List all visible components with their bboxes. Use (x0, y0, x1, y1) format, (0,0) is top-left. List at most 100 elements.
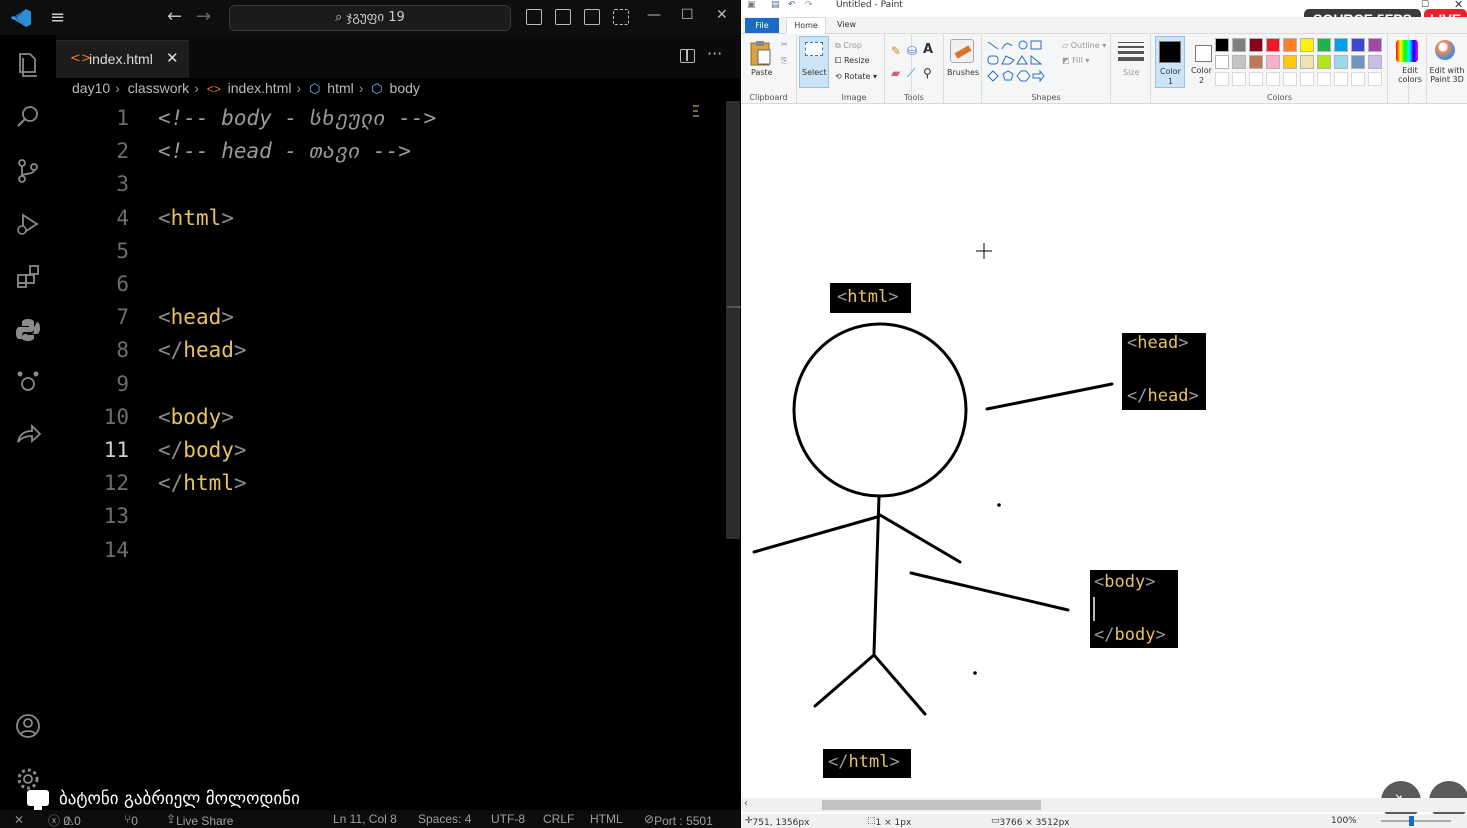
paint-canvas[interactable]: <html> <head> </head> <body> </body> </h… (741, 105, 1467, 798)
select-button[interactable]: Select (799, 36, 829, 88)
text-tool-icon[interactable]: A (923, 42, 933, 57)
run-debug-icon[interactable] (14, 210, 42, 238)
brushes-icon[interactable] (950, 39, 974, 63)
cursor-position[interactable]: Ln 11, Col 8 (333, 812, 397, 826)
palette-empty-slot[interactable] (1351, 72, 1365, 86)
scroll-left-icon[interactable]: ‹ (744, 798, 748, 809)
breadcrumb-folder-day10[interactable]: day10 (72, 80, 110, 96)
horizontal-scrollbar[interactable]: ‹ (741, 798, 1467, 812)
line-ending[interactable]: CRLF (543, 812, 574, 826)
eraser-icon[interactable]: ▰ (891, 66, 900, 80)
remote-explorer-icon[interactable] (14, 368, 42, 396)
more-actions-icon[interactable]: ··· (707, 44, 722, 63)
breadcrumb-file[interactable]: index.html (228, 80, 292, 96)
palette-swatch[interactable] (1368, 38, 1382, 52)
toggle-panel-icon[interactable] (555, 9, 571, 25)
palette-swatch[interactable] (1232, 55, 1246, 69)
palette-empty-slot[interactable] (1283, 72, 1297, 86)
palette-empty-slot[interactable] (1249, 72, 1263, 86)
palette-swatch[interactable] (1300, 55, 1314, 69)
live-server-port[interactable]: ⊘ Port : 5501 (644, 812, 713, 828)
rotate-button[interactable]: ⟲ Rotate ▾ (835, 72, 877, 81)
paste-icon[interactable] (750, 40, 772, 66)
pencil-icon[interactable]: ✎ (891, 44, 901, 58)
palette-swatch[interactable] (1334, 38, 1348, 52)
toggle-secondary-sidebar-icon[interactable] (584, 9, 600, 25)
color-picker-icon[interactable]: ⟋ (907, 66, 915, 81)
palette-empty-slot[interactable] (1317, 72, 1331, 86)
palette-swatch[interactable] (1215, 55, 1229, 69)
palette-swatch[interactable] (1249, 55, 1263, 69)
size-button[interactable]: Size (1123, 68, 1139, 77)
palette-empty-slot[interactable] (1368, 72, 1382, 86)
language-mode[interactable]: HTML (590, 812, 623, 826)
source-control-icon[interactable] (14, 157, 42, 185)
edit-colors-label[interactable]: Edit colors (1397, 66, 1423, 84)
shapes-gallery[interactable] (986, 40, 1058, 86)
problems-indicator[interactable]: ⓧ 0 ⚠ 0 (48, 812, 81, 828)
accounts-icon[interactable] (14, 712, 42, 740)
tab-home[interactable]: Home (786, 17, 826, 34)
scrollbar-thumb[interactable] (822, 800, 1041, 810)
command-center-search[interactable]: ⌕ ჯგუფი 19 (229, 5, 511, 31)
palette-empty-slot[interactable] (1266, 72, 1280, 86)
search-icon[interactable] (14, 103, 42, 131)
breadcrumb-folder-classwork[interactable]: classwork (128, 80, 189, 96)
save-icon[interactable]: ▤ (771, 0, 780, 10)
split-editor-icon[interactable] (680, 49, 695, 63)
palette-empty-slot[interactable] (1215, 72, 1229, 86)
encoding[interactable]: UTF-8 (491, 812, 525, 826)
color-palette[interactable] (1215, 38, 1415, 90)
brushes-label[interactable]: Brushes (947, 68, 979, 77)
palette-swatch[interactable] (1249, 38, 1263, 52)
python-icon[interactable] (14, 316, 42, 344)
palette-swatch[interactable] (1368, 55, 1382, 69)
zoom-slider-thumb[interactable] (1409, 816, 1414, 826)
palette-empty-slot[interactable] (1232, 72, 1246, 86)
palette-swatch[interactable] (1283, 38, 1297, 52)
redo-icon[interactable]: ↷ (805, 0, 813, 10)
menu-icon[interactable]: ≡ (50, 9, 72, 27)
palette-swatch[interactable] (1300, 38, 1314, 52)
explorer-icon[interactable] (14, 50, 42, 78)
customize-layout-icon[interactable] (613, 9, 629, 25)
breadcrumb-symbol-body[interactable]: body (390, 80, 420, 96)
tab-index-html[interactable]: <> index.html ✕ (56, 40, 189, 78)
ports-indicator[interactable]: ⑂ 0 (124, 812, 138, 828)
code-editor[interactable]: 1 2 3 4 5 6 7 8 9 10 11 12 13 14 <!-- bo… (56, 101, 726, 801)
palette-swatch[interactable] (1317, 38, 1331, 52)
forward-arrow-icon[interactable]: → (196, 6, 211, 27)
undo-icon[interactable]: ↶ (788, 0, 796, 10)
palette-swatch[interactable] (1317, 55, 1331, 69)
tab-view[interactable]: View (837, 17, 856, 34)
extensions-icon[interactable] (14, 263, 42, 291)
magnifier-icon[interactable]: ⚲ (923, 66, 932, 80)
cut-icon[interactable]: ✂ (781, 40, 788, 49)
close-window-icon[interactable]: ✕ (716, 7, 728, 23)
toggle-primary-sidebar-icon[interactable] (526, 9, 542, 25)
fill-bucket-icon[interactable]: ⛁ (907, 44, 917, 58)
tab-file[interactable]: File (745, 18, 779, 33)
minimize-icon[interactable]: — (647, 7, 661, 23)
palette-swatch[interactable] (1266, 38, 1280, 52)
copy-icon[interactable]: ⎘ (781, 56, 787, 66)
resize-button[interactable]: ⧠ Resize (835, 56, 870, 66)
palette-empty-slot[interactable] (1300, 72, 1314, 86)
live-share-status[interactable]: ⇪ Live Share (166, 812, 233, 828)
palette-swatch[interactable] (1215, 38, 1229, 52)
palette-swatch[interactable] (1232, 38, 1246, 52)
paint3d-icon[interactable] (1435, 40, 1455, 60)
breadcrumb-symbol-html[interactable]: html (327, 80, 353, 96)
edit-colors-icon[interactable] (1396, 40, 1418, 62)
outline-button[interactable]: ▱ Outline ▾ (1062, 41, 1106, 50)
live-share-icon[interactable] (14, 422, 42, 450)
color1-button[interactable]: Color 1 (1155, 36, 1185, 88)
minimap[interactable] (693, 103, 699, 119)
zoom-slider[interactable] (1381, 820, 1451, 822)
color2-button[interactable]: Color 2 (1189, 36, 1217, 88)
palette-empty-slot[interactable] (1334, 72, 1348, 86)
editor-scrollbar[interactable] (726, 101, 740, 539)
paste-label[interactable]: Paste (751, 68, 773, 77)
fill-button[interactable]: ◩ Fill ▾ (1062, 56, 1089, 65)
crop-button[interactable]: ⧉ Crop (835, 41, 862, 51)
